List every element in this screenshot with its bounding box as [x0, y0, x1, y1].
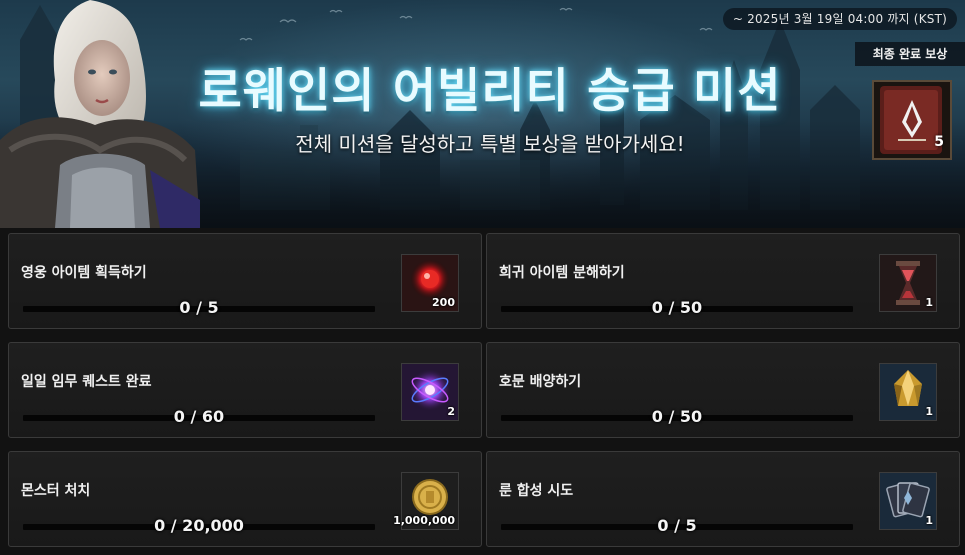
mission-reward-item[interactable]: 200	[401, 254, 459, 312]
mission-progress-text: 0 / 20,000	[154, 516, 244, 535]
reward-quantity: 2	[447, 405, 455, 418]
mission-name: 희귀 아이템 분해하기	[499, 265, 625, 281]
mission-reward-item[interactable]: 1	[879, 472, 937, 530]
mission-progress-text: 0 / 5	[179, 298, 219, 317]
mission-progress-text: 0 / 60	[173, 407, 225, 426]
mission-name: 영웅 아이템 획득하기	[21, 265, 147, 281]
reward-quantity: 1,000,000	[393, 514, 455, 527]
mission-card: 몬스터 처치 0 / 20,000 1,000,000	[8, 451, 482, 547]
mission-reward-item[interactable]: 1	[879, 254, 937, 312]
mission-progress-text: 0 / 50	[651, 298, 703, 317]
mission-reward-item[interactable]: 2	[401, 363, 459, 421]
mission-card: 일일 임무 퀘스트 완료 0 / 60 2	[8, 342, 482, 438]
event-title: 로웨인의 어빌리티 승급 미션	[198, 64, 782, 119]
event-subtitle: 전체 미션을 달성하고 특별 보상을 받아가세요!	[295, 132, 685, 156]
mission-reward-item[interactable]: 1,000,000	[393, 472, 459, 530]
final-reward-item[interactable]: 5	[872, 80, 952, 160]
mission-progress-text: 0 / 5	[657, 516, 697, 535]
reward-quantity: 1	[925, 405, 933, 418]
mission-card: 룬 합성 시도 0 / 5 1	[486, 451, 960, 547]
reward-quantity: 1	[925, 514, 933, 527]
reward-quantity: 1	[925, 296, 933, 309]
event-banner: ~ 2025년 3월 19일 04:00 까지 (KST) 최종 완료 보상 5…	[0, 0, 965, 228]
mission-reward-item[interactable]: 1	[879, 363, 937, 421]
event-period: ~ 2025년 3월 19일 04:00 까지 (KST)	[722, 8, 957, 30]
reward-quantity: 200	[432, 296, 455, 309]
final-reward-quantity: 5	[934, 134, 944, 150]
mission-card: 영웅 아이템 획득하기 0 / 5 200	[8, 233, 482, 329]
mission-name: 호문 배양하기	[499, 374, 582, 390]
mission-progress-text: 0 / 50	[651, 407, 703, 426]
mission-name: 일일 임무 퀘스트 완료	[21, 374, 152, 390]
final-reward-label: 최종 완료 보상	[855, 42, 965, 66]
mission-card: 희귀 아이템 분해하기 0 / 50 1	[486, 233, 960, 329]
mission-name: 룬 합성 시도	[499, 483, 574, 499]
mission-name: 몬스터 처치	[21, 483, 91, 499]
mission-card: 호문 배양하기 0 / 50 1	[486, 342, 960, 438]
